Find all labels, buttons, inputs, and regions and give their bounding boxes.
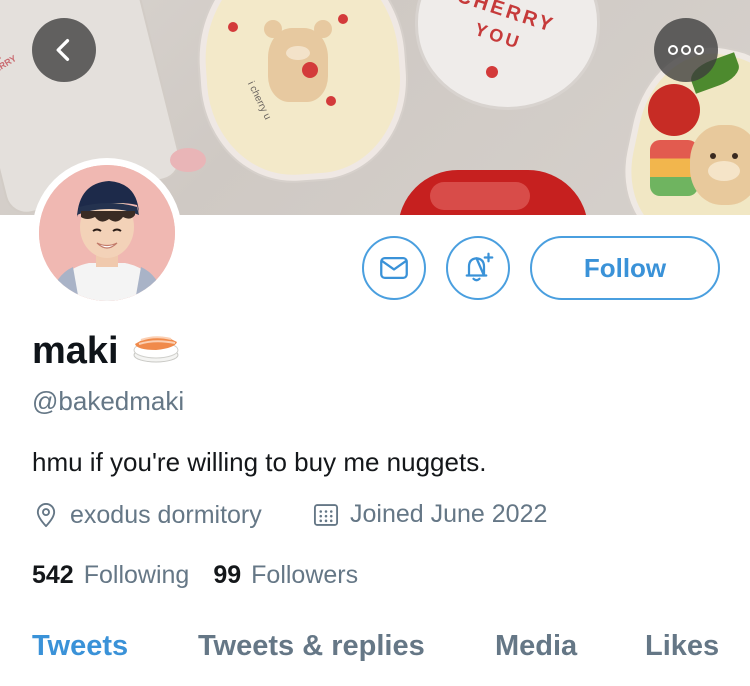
follow-stats: 542 Following 99 Followers <box>32 561 382 590</box>
joined-date: Joined June 2022 <box>312 500 547 529</box>
calendar-icon <box>313 503 339 526</box>
banner-big-cherry <box>648 84 700 136</box>
message-button[interactable] <box>362 236 426 300</box>
location-text: exodus dormitory <box>70 500 262 529</box>
banner-bear-2 <box>690 125 750 205</box>
back-arrow-icon <box>56 39 70 61</box>
notifications-button[interactable] <box>446 236 510 300</box>
tab-media[interactable]: Media <box>495 630 577 663</box>
banner-cherry <box>228 22 238 32</box>
profile-tabs: Tweets Tweets & replies Media Likes <box>0 630 750 686</box>
display-name-text: maki <box>32 329 119 372</box>
mail-icon <box>380 256 408 280</box>
following-label: Following <box>83 561 190 589</box>
followers-label: Followers <box>251 561 359 589</box>
followers-count: 99 <box>213 561 242 589</box>
banner-cherry <box>338 14 348 24</box>
location-pin-icon <box>36 503 56 528</box>
avatar[interactable] <box>32 158 182 308</box>
location: exodus dormitory <box>32 500 262 530</box>
more-options-button[interactable] <box>654 18 718 82</box>
banner-phone-text: iphone1 <box>0 0 16 16</box>
banner-cherry <box>302 62 318 78</box>
banner-bear <box>264 20 332 102</box>
following-stat[interactable]: 542 Following <box>32 561 189 590</box>
following-count: 542 <box>32 561 74 589</box>
bio: hmu if you're willing to buy me nuggets. <box>32 447 487 477</box>
banner-cherry <box>326 96 336 106</box>
joined-text: Joined June 2022 <box>350 500 548 528</box>
banner-cherry <box>486 66 498 78</box>
banner-shine <box>430 182 530 210</box>
banner-decor <box>170 148 206 172</box>
followers-stat[interactable]: 99 Followers <box>213 561 358 590</box>
bell-plus-icon <box>465 252 494 282</box>
tab-tweets-and-replies[interactable]: Tweets & replies <box>198 630 425 663</box>
sushi-emoji-icon <box>131 328 181 374</box>
more-icon <box>668 45 704 55</box>
display-name: maki <box>32 328 181 374</box>
tab-likes[interactable]: Likes <box>645 630 719 663</box>
back-button[interactable] <box>32 18 96 82</box>
follow-button[interactable]: Follow <box>530 236 720 300</box>
avatar-photo <box>39 165 175 301</box>
handle: @bakedmaki <box>32 386 185 416</box>
tab-tweets[interactable]: Tweets <box>32 630 128 663</box>
banner-tag-text: FARM CHERRY <box>0 51 19 82</box>
